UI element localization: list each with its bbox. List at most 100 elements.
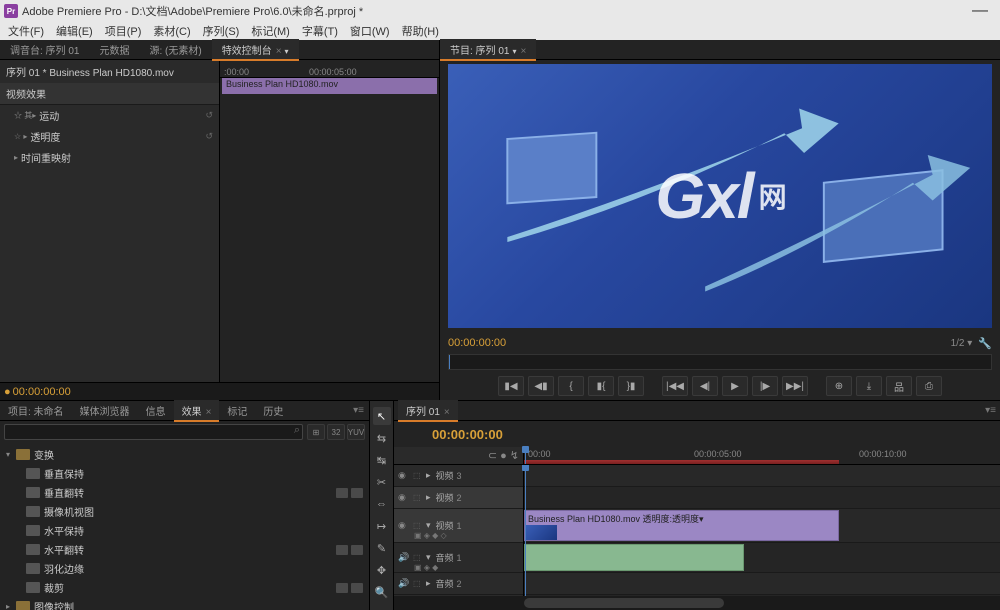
mark-out-button[interactable]: ◀▮	[528, 376, 554, 396]
pen-tool[interactable]: ✎	[373, 539, 391, 557]
extract-button[interactable]: ⤓	[856, 376, 882, 396]
effect-item-time-remap[interactable]: ▸时间重映射	[0, 147, 219, 168]
speaker-icon[interactable]: 🔊	[398, 552, 410, 563]
menu-clip[interactable]: 素材(C)	[147, 21, 196, 41]
close-icon[interactable]: ×	[444, 407, 450, 418]
slide-tool[interactable]: ↦	[373, 517, 391, 535]
track-header-audio2[interactable]: 🔊⬚▸音频 2	[394, 573, 523, 595]
program-timecode[interactable]: 00:00:00:00	[448, 337, 506, 349]
panel-menu-icon[interactable]: ▾≡	[985, 405, 996, 416]
go-to-out-button[interactable]: }▮	[618, 376, 644, 396]
tab-audio-mixer[interactable]: 调音台: 序列 01	[0, 39, 89, 60]
tab-effects[interactable]: 效果×	[174, 400, 220, 421]
menu-title[interactable]: 字幕(T)	[296, 21, 344, 41]
twirl-icon[interactable]: ▸	[14, 153, 18, 162]
reset-icon[interactable]: ↺	[205, 131, 213, 142]
tab-info[interactable]: 信息	[138, 400, 174, 421]
tab-effect-controls[interactable]: 特效控制台×▾	[212, 39, 299, 60]
effect-timecode[interactable]: 00:00:00:00	[13, 386, 71, 398]
preset-filter-32bit[interactable]: 32	[327, 424, 345, 440]
effect-preset[interactable]: 水平保持	[0, 521, 369, 540]
go-to-in-button[interactable]: ▮{	[588, 376, 614, 396]
zoom-tool[interactable]: 🔍	[373, 583, 391, 601]
add-marker-button[interactable]: {	[558, 376, 584, 396]
lock-icon[interactable]: ⬚	[413, 553, 423, 562]
speaker-icon[interactable]: 🔊	[398, 578, 410, 589]
effect-item-motion[interactable]: ☆ 其▸运动↺	[0, 105, 219, 126]
lock-icon[interactable]: ⬚	[413, 493, 423, 502]
track-header-audio1[interactable]: 🔊⬚▾音频 1▣ ◈ ◆	[394, 543, 523, 573]
eye-icon[interactable]: ◉	[398, 470, 410, 481]
tab-project[interactable]: 项目: 未命名	[0, 400, 72, 421]
hand-tool[interactable]: ✥	[373, 561, 391, 579]
tab-source[interactable]: 源: (无素材)	[139, 39, 211, 60]
effect-preset[interactable]: 垂直保持	[0, 464, 369, 483]
effect-mini-ruler[interactable]: :00:00 00:00:05:00	[220, 60, 439, 78]
timeline-zoom-scroll[interactable]	[394, 596, 1000, 610]
panel-menu-icon[interactable]: ▾	[512, 47, 516, 56]
effect-preset[interactable]: 水平翻转	[0, 540, 369, 559]
close-icon[interactable]: ×	[520, 46, 526, 57]
menu-marker[interactable]: 标记(M)	[245, 21, 296, 41]
track-lane-video3[interactable]	[524, 465, 1000, 487]
step-back-button[interactable]: |◀◀	[662, 376, 688, 396]
close-icon[interactable]: ×	[276, 46, 282, 57]
preset-filter-yuv[interactable]: YUV	[347, 424, 365, 440]
track-header-video3[interactable]: ◉⬚▸视频 3	[394, 465, 523, 487]
program-scale[interactable]: 1/2 ▾	[951, 338, 973, 349]
snap-toggle[interactable]: ⊂	[488, 449, 497, 462]
slip-tool[interactable]: ⇔	[373, 495, 391, 513]
track-lane-video2[interactable]	[524, 487, 1000, 509]
settings-icon[interactable]: 🔧	[978, 337, 992, 350]
play-button[interactable]: ▶	[722, 376, 748, 396]
razor-tool[interactable]: ✂	[373, 473, 391, 491]
timeline-timecode[interactable]: 00:00:00:00	[432, 427, 503, 442]
twirl-icon[interactable]: ☆ 其▸	[14, 110, 36, 121]
effect-preset[interactable]: 垂直翻转	[0, 483, 369, 502]
effect-clip-strip[interactable]: Business Plan HD1080.mov	[222, 78, 437, 94]
eye-icon[interactable]: ◉	[398, 492, 410, 503]
lock-icon[interactable]: ⬚	[413, 521, 423, 530]
menu-file[interactable]: 文件(F)	[2, 21, 50, 41]
mark-in-button[interactable]: ▮◀	[498, 376, 524, 396]
menu-project[interactable]: 项目(P)	[99, 21, 148, 41]
effect-preset[interactable]: 裁剪	[0, 578, 369, 597]
twirl-icon[interactable]: ☆ ▸	[14, 132, 27, 141]
snapshot-button[interactable]: ⎙	[916, 376, 942, 396]
track-lane-audio2[interactable]	[524, 573, 1000, 595]
timeline-clip-video[interactable]: Business Plan HD1080.mov 透明度:透明度▾	[524, 510, 839, 541]
menu-help[interactable]: 帮助(H)	[396, 21, 445, 41]
menu-window[interactable]: 窗口(W)	[344, 21, 396, 41]
lock-icon[interactable]: ⬚	[413, 471, 423, 480]
panel-menu-icon[interactable]: ▾	[285, 47, 289, 56]
frame-back-button[interactable]: ◀|	[692, 376, 718, 396]
marker-button[interactable]: ●	[500, 450, 507, 462]
tab-sequence[interactable]: 序列 01×	[398, 400, 458, 421]
bin-folder[interactable]: ▸图像控制	[0, 597, 369, 610]
program-monitor[interactable]: Gxl网	[448, 64, 992, 328]
tab-metadata[interactable]: 元数据	[89, 39, 139, 60]
settings-icon[interactable]: ↯	[510, 449, 519, 462]
effect-preset[interactable]: 摄像机视图	[0, 502, 369, 521]
lock-icon[interactable]: ⬚	[413, 579, 423, 588]
program-mini-ruler[interactable]	[448, 354, 992, 370]
effects-search-input[interactable]	[4, 424, 303, 440]
preset-filter-accel[interactable]: ⊞	[307, 424, 325, 440]
track-lane-video1[interactable]: Business Plan HD1080.mov 透明度:透明度▾	[524, 509, 1000, 543]
panel-menu-icon[interactable]: ▾≡	[348, 405, 369, 416]
playhead[interactable]	[525, 447, 526, 464]
bin-folder-transform[interactable]: ▾变换	[0, 445, 369, 464]
export-frame-button[interactable]: 品	[886, 376, 912, 396]
menu-sequence[interactable]: 序列(S)	[197, 21, 246, 41]
lift-button[interactable]: ⊕	[826, 376, 852, 396]
minimize-button[interactable]: —	[964, 6, 996, 16]
ripple-edit-tool[interactable]: ↹	[373, 451, 391, 469]
reset-icon[interactable]: ↺	[205, 110, 213, 121]
effect-item-opacity[interactable]: ☆ ▸透明度↺	[0, 126, 219, 147]
frame-forward-button[interactable]: |▶	[752, 376, 778, 396]
timeline-ruler[interactable]: 00:00 00:00:05:00 00:00:10:00 00:00:15:0…	[524, 447, 1000, 464]
menu-edit[interactable]: 编辑(E)	[50, 21, 99, 41]
tab-program[interactable]: 节目: 序列 01▾×	[440, 39, 536, 60]
tab-markers[interactable]: 标记	[219, 400, 255, 421]
tab-media-browser[interactable]: 媒体浏览器	[72, 400, 138, 421]
